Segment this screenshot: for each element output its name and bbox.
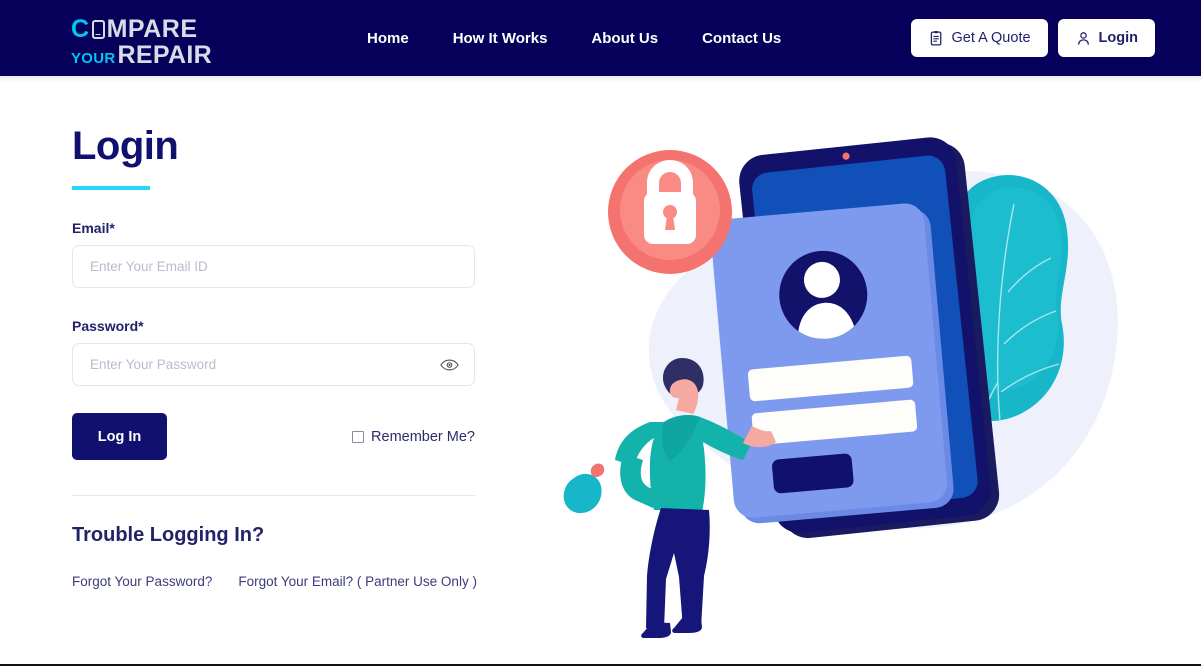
person-pants (646, 508, 710, 629)
small-plant (563, 463, 605, 514)
forgot-password-link[interactable]: Forgot Your Password? (72, 574, 212, 589)
nav-item-home[interactable]: Home (367, 30, 409, 47)
trouble-logging-in-title: Trouble Logging In? (72, 524, 265, 546)
login-card (710, 203, 954, 524)
remember-me-label: Remember Me? (371, 428, 475, 445)
header-login-button[interactable]: Login (1057, 19, 1155, 57)
person-shoe-right (672, 617, 702, 633)
page-main: Login Email* Password* Log In (0, 82, 1201, 664)
remember-me-checkbox[interactable] (352, 430, 365, 443)
header-actions: Get A Quote Login (910, 19, 1155, 57)
form-divider (72, 495, 475, 496)
browser-viewport: C MPARE YOUR REPAIR Home How It Works Ab… (0, 0, 1201, 666)
main-navigation: Home How It Works About Us Contact Us (367, 0, 781, 76)
site-header: C MPARE YOUR REPAIR Home How It Works Ab… (0, 0, 1201, 76)
password-label: Password* (72, 318, 144, 334)
logo-letter-c: C (71, 14, 90, 43)
card-button (772, 453, 854, 494)
email-field-wrap (72, 245, 475, 288)
nav-item-about-us[interactable]: About Us (591, 30, 658, 47)
help-links: Forgot Your Password? Forgot Your Email?… (72, 573, 477, 590)
user-icon (1075, 30, 1092, 47)
login-submit-button[interactable]: Log In (72, 413, 167, 460)
brand-logo[interactable]: C MPARE YOUR REPAIR (71, 16, 212, 69)
get-a-quote-label: Get A Quote (951, 30, 1031, 46)
password-input[interactable] (72, 343, 475, 386)
forgot-email-link[interactable]: Forgot Your Email? ( Partner Use Only ) (238, 574, 477, 589)
title-underline (72, 186, 150, 190)
login-form-column: Login Email* Password* Log In (72, 124, 477, 590)
remember-me-control[interactable]: Remember Me? (352, 429, 475, 445)
logo-text-mpare: MPARE (106, 14, 198, 43)
email-label: Email* (72, 220, 115, 236)
person-shoe-left (641, 622, 671, 638)
header-login-label: Login (1098, 30, 1138, 46)
logo-text-your: YOUR (71, 50, 116, 67)
login-action-row: Log In Remember Me? (72, 413, 475, 460)
logo-line-1: C MPARE (71, 16, 212, 42)
eye-icon[interactable] (436, 354, 463, 376)
login-security-illustration (560, 122, 1120, 652)
email-input[interactable] (72, 245, 475, 288)
page-title: Login (72, 124, 179, 168)
clipboard-icon (928, 30, 945, 47)
logo-line-2: YOUR REPAIR (71, 41, 212, 69)
phone-icon (91, 19, 105, 39)
nav-item-how-it-works[interactable]: How It Works (453, 30, 548, 47)
nav-item-contact-us[interactable]: Contact Us (702, 30, 781, 47)
padlock-badge (608, 150, 732, 274)
logo-text-repair: REPAIR (117, 41, 212, 69)
get-a-quote-button[interactable]: Get A Quote (910, 19, 1048, 57)
password-field-wrap (72, 343, 475, 386)
